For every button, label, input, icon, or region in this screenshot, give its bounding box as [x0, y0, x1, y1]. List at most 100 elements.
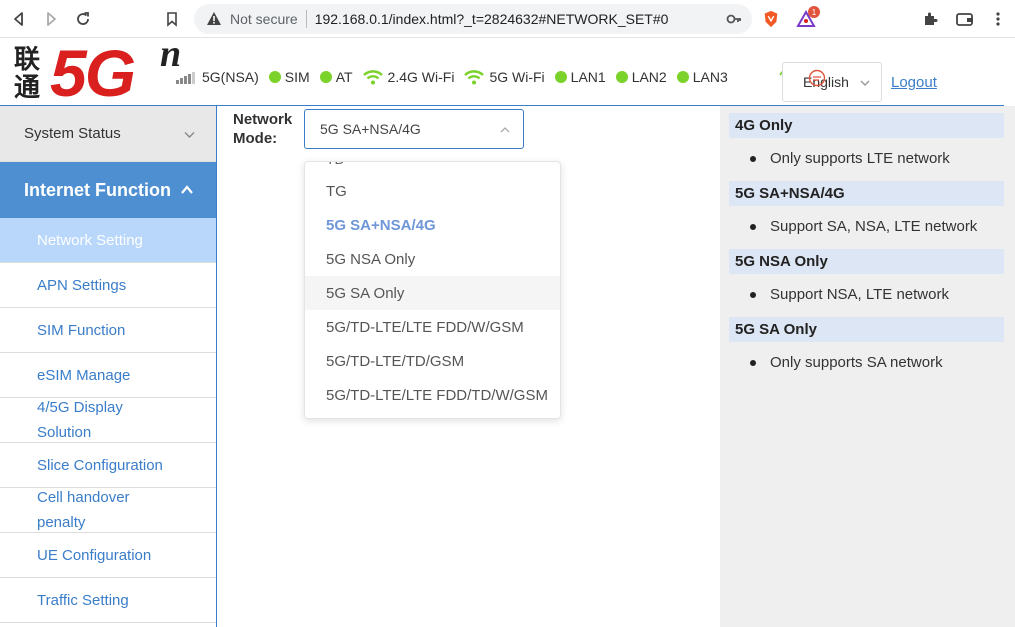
sidebar-item-traffic-setting[interactable]: Traffic Setting [0, 578, 216, 623]
sidebar-item-label: APN Settings [37, 276, 127, 294]
reload-icon[interactable] [72, 8, 94, 30]
dropdown-option[interactable]: 5G/TD-LTE/LTE FDD/TD/W/GSM [305, 378, 560, 412]
status-label: 5G(NSA) [202, 69, 259, 85]
status-dot-icon [554, 71, 567, 83]
sidebar-item-label: UE Configuration [37, 546, 152, 564]
help-item: Support SA, NSA, LTE network [750, 218, 977, 235]
status-lan1: LAN1 [554, 69, 606, 85]
help-panel: 4G Only Only supports LTE network 5G SA+… [720, 106, 1015, 627]
browser-toolbar: Not secure 192.168.0.1/index.html?_t=282… [0, 0, 1015, 38]
dropdown-option-hovered[interactable]: 5G SA Only [305, 276, 560, 310]
security-status[interactable]: Not secure [230, 11, 298, 27]
help-item: Only supports LTE network [750, 150, 950, 167]
brave-shield-icon[interactable] [761, 9, 781, 29]
language-select[interactable]: English [782, 62, 882, 102]
status-label: 5G Wi-Fi [489, 69, 545, 85]
chevron-down-icon [184, 132, 195, 138]
chevron-up-icon [181, 185, 193, 194]
brand-logo-5g: 5G [50, 36, 136, 110]
sidebar-item-esim-manage[interactable]: eSIM Manage [0, 353, 216, 398]
chevron-down-icon [860, 80, 870, 86]
sidebar-internet-function[interactable]: Internet Function [0, 162, 216, 218]
dropdown-option[interactable]: 5G NSA Only [305, 242, 560, 276]
bullet-icon [750, 359, 756, 366]
bullet-icon [750, 223, 756, 230]
sidebar-system-status[interactable]: System Status [0, 106, 216, 162]
help-item: Support NSA, LTE network [750, 286, 949, 303]
back-icon[interactable] [8, 8, 30, 30]
sidebar-item-apn-settings[interactable]: APN Settings [0, 263, 216, 308]
extensions-icon[interactable] [920, 9, 940, 29]
status-label: 2.4G Wi-Fi [387, 69, 455, 85]
wifi-icon [464, 70, 485, 85]
dropdown-option-selected[interactable]: 5G SA+NSA/4G [305, 208, 560, 242]
dropdown-option[interactable]: 5G/TD-LTE/LTE FDD/W/GSM [305, 310, 560, 344]
sidebar-item-label: eSIM Manage [37, 366, 131, 384]
sidebar-item-sim-function[interactable]: SIM Function [0, 308, 216, 353]
sidebar-item-slice-configuration[interactable]: Slice Configuration [0, 443, 216, 488]
status-label: LAN2 [631, 69, 667, 85]
wallet-icon[interactable] [955, 9, 975, 29]
sidebar-item-display-solution[interactable]: 4/5G Display Solution [0, 398, 216, 443]
url-separator [305, 10, 307, 28]
status-label: AT [335, 69, 353, 85]
bullet-icon [750, 155, 756, 162]
status-at: AT [319, 69, 353, 85]
address-bar[interactable]: Not secure 192.168.0.1/index.html?_t=282… [194, 4, 752, 34]
help-desc: Support SA, NSA, LTE network [770, 218, 978, 235]
status-lan3: LAN3 [676, 69, 728, 85]
status-dot-icon [676, 71, 689, 83]
signal-bars-icon [176, 70, 196, 84]
network-mode-select[interactable]: 5G SA+NSA/4G [304, 109, 524, 149]
status-wifi-5: 5G Wi-Fi [464, 69, 545, 85]
brave-rewards-icon[interactable]: 1 [796, 6, 820, 29]
menu-icon[interactable] [988, 9, 1008, 29]
status-lan2: LAN2 [615, 69, 667, 85]
logout-link[interactable]: Logout [891, 74, 937, 91]
sidebar-item-ue-configuration[interactable]: UE Configuration [0, 533, 216, 578]
help-desc: Only supports LTE network [770, 150, 950, 167]
status-dot-icon [615, 71, 628, 83]
sidebar-label: System Status [24, 125, 121, 142]
wifi-icon [362, 70, 383, 85]
sidebar-item-label: 4/5G Display [37, 399, 123, 416]
brand-logo-chinese: 联通 [14, 45, 41, 103]
status-indicators: 5G(NSA) SIM AT 2.4G Wi-Fi 5G Wi-Fi LAN1 … [176, 66, 738, 88]
sidebar-item-label: Slice Configuration [37, 456, 163, 474]
warning-icon[interactable] [206, 11, 222, 27]
help-desc: Only supports SA network [770, 354, 943, 371]
status-sim: SIM [268, 69, 310, 85]
help-desc: Support NSA, LTE network [770, 286, 949, 303]
status-label: LAN3 [692, 69, 728, 85]
sidebar-item-network-setting[interactable]: Network Setting [0, 218, 216, 263]
key-icon[interactable] [726, 11, 742, 27]
network-mode-dropdown: TD TG 5G SA+NSA/4G 5G NSA Only 5G SA Onl… [304, 161, 561, 419]
chevron-up-icon [500, 127, 510, 133]
sidebar-item-label: Cell handover [37, 489, 130, 506]
app-header: 联通 5G n 5G(NSA) SIM AT 2.4G Wi-Fi 5G Wi-… [0, 33, 1004, 110]
status-label: SIM [284, 69, 310, 85]
bullet-icon [750, 291, 756, 298]
label-line2: Mode: [233, 130, 278, 147]
help-title: 5G SA+NSA/4G [729, 181, 1004, 206]
sidebar-item-cell-handover[interactable]: Cell handover penalty [0, 488, 216, 533]
network-mode-label: Network Mode: [233, 110, 292, 148]
status-dot-icon [268, 71, 281, 83]
forward-icon[interactable] [40, 8, 62, 30]
label-line1: Network [233, 111, 293, 128]
status-label: LAN1 [570, 69, 606, 85]
url-text[interactable]: 192.168.0.1/index.html?_t=2824632#NETWOR… [315, 11, 669, 27]
sidebar-item-label: SIM Function [37, 321, 126, 339]
status-dot-icon [319, 71, 332, 83]
sidebar-item-label: Traffic Setting [37, 591, 129, 609]
help-item: Only supports SA network [750, 354, 943, 371]
status-network: 5G(NSA) [176, 69, 259, 85]
language-icon [808, 69, 826, 87]
dropdown-option-partial[interactable]: TD [326, 162, 345, 167]
help-title: 4G Only [729, 113, 1004, 138]
dropdown-option[interactable]: 5G/TD-LTE/TD/GSM [305, 344, 560, 378]
bookmark-icon[interactable] [161, 8, 183, 30]
sidebar-item-label-line2: penalty [37, 514, 86, 531]
help-title: 5G SA Only [729, 317, 1004, 342]
dropdown-option[interactable]: TG [305, 174, 560, 208]
